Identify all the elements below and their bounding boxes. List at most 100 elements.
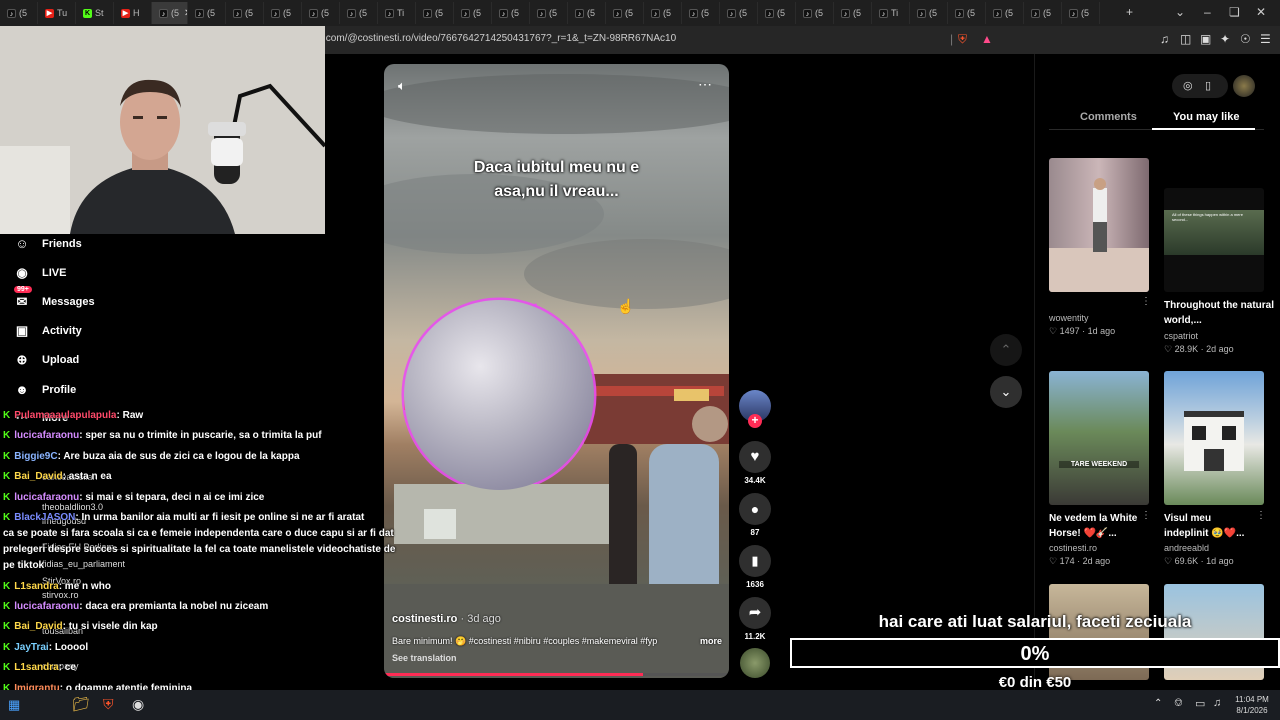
comment-button[interactable]: ● [739,493,771,525]
speaker-icon[interactable]: ♫ [1213,697,1221,709]
browser-tab[interactable]: ♪ (5 [188,2,226,24]
display-icon[interactable]: ▭ [1195,697,1205,710]
previous-video-button[interactable]: ⌃ [990,334,1022,366]
card-4-title[interactable]: Visul meu indeplinit 🥹❤️... [1164,511,1254,541]
browser-tab[interactable]: ♪ (5 [530,2,568,24]
recommended-thumbnail[interactable]: TARE WEEKEND [1049,371,1149,505]
card-4-author[interactable]: andreeabld [1164,543,1209,553]
card-3-more-icon[interactable]: ⋮ [1141,510,1151,521]
chat-username[interactable]: Pulamaaaulapulapula [14,410,116,421]
browser-tab[interactable]: ♪ Ti [378,2,416,24]
card-3-author[interactable]: costinesti.ro [1049,543,1097,553]
see-translation-link[interactable]: See translation [392,653,457,663]
browser-tab[interactable]: ▶ Tu [38,2,76,24]
user-avatar[interactable] [1233,75,1255,97]
video-more-icon[interactable]: ⋯ [698,76,712,93]
browser-tab[interactable]: ♪ (5 [264,2,302,24]
bookmark-button[interactable]: ▮ [739,545,771,577]
more-link[interactable]: more [700,636,722,646]
card-3-title[interactable]: Ne vedem la White Horse! ❤️🎸... [1049,511,1139,541]
file-explorer-icon[interactable]: 📁︎ [72,696,90,713]
chat-username[interactable]: L1sandra [14,662,58,673]
follow-plus-icon[interactable]: + [748,414,762,428]
minimize-button[interactable]: – [1204,5,1211,19]
browser-tab[interactable]: ♪ (5 [416,2,454,24]
browser-tab[interactable]: ♪ (5 [1024,2,1062,24]
sidebar-item-messages[interactable]: ✉ Messages 99+ [14,286,95,310]
restore-button[interactable]: ❏ [1229,5,1240,19]
sidebar-item-profile[interactable]: ☻ Profile [14,382,76,397]
next-video-button[interactable]: ⌄ [990,376,1022,408]
menu-icon[interactable]: ☰ [1260,32,1271,46]
tray-chevron-icon[interactable]: ⌃ [1154,698,1162,709]
card-4-more-icon[interactable]: ⋮ [1256,510,1266,521]
browser-tab[interactable]: ♪ (5 [682,2,720,24]
muted-speaker-icon[interactable]: 🔈︎ [398,78,406,94]
leo-ai-icon[interactable]: ✦ [1220,32,1230,46]
brave-rewards-icon[interactable]: ▲ [981,32,993,46]
vpn-icon[interactable]: ☉ [1240,32,1251,46]
wallet-icon[interactable]: ▣ [1200,32,1211,46]
new-tab-button[interactable]: + [1126,5,1133,19]
video-author[interactable]: costinesti.ro [392,613,457,625]
chat-username[interactable]: lucicafaraonu [14,430,79,441]
browser-tab[interactable]: K St [76,2,114,24]
chat-username[interactable]: JayTrai [14,642,48,653]
chat-username[interactable]: lucicafaraonu [14,492,79,503]
card-2-title[interactable]: Throughout the natural world,... [1164,298,1274,328]
browser-tab[interactable]: ♪ (5 [454,2,492,24]
tab-you-may-like[interactable]: You may like [1173,111,1239,123]
browser-tab[interactable]: ♪ (5 [340,2,378,24]
brave-browser-icon[interactable]: ⛨ [103,696,114,713]
phone-icon[interactable]: ▯ [1205,79,1211,92]
like-button[interactable]: ♥ [739,441,771,473]
sidebar-item-upload[interactable]: ⊕ Upload [14,352,80,368]
browser-tab[interactable]: ♪ (5 [302,2,340,24]
browser-tab[interactable]: ♪ (5 [226,2,264,24]
chat-username[interactable]: BlackJASON [14,512,75,523]
close-window-button[interactable]: ✕ [1256,5,1266,19]
sidebar-item-friends[interactable]: ☺ Friends [14,236,81,251]
windows-start-icon[interactable]: ▦ [8,697,20,713]
recommended-thumbnail[interactable] [1164,371,1264,505]
card-1-author[interactable]: wowentity [1049,313,1089,323]
recommended-thumbnail[interactable] [1049,158,1149,292]
tab-comments[interactable]: Comments [1080,111,1137,123]
recommended-thumbnail[interactable]: All of these things happen within a mere… [1164,188,1264,292]
microphone-icon[interactable]: ⎊ [1174,697,1183,710]
browser-tab[interactable]: ♪ (5 [720,2,758,24]
video-progress-track[interactable] [384,673,729,676]
browser-tab[interactable]: ♪(5✕ [152,2,188,24]
card-1-more-icon[interactable]: ⋮ [1141,296,1151,307]
video-player[interactable]: 🔈︎ ⋯ Daca iubitul meu nu e asa,nu il vre… [384,64,729,678]
chat-username[interactable]: Bai_David [14,621,62,632]
brave-shield-icon[interactable]: ⛨ [958,32,967,47]
sidebar-toggle-icon[interactable]: ◫ [1180,32,1191,46]
browser-tab[interactable]: ♪ (5 [796,2,834,24]
browser-tab[interactable]: ♪ (5 [492,2,530,24]
share-button[interactable]: ➦ [739,597,771,629]
chat-username[interactable]: lucicafaraonu [14,601,79,612]
compass-icon[interactable]: ◎ [1183,79,1193,92]
browser-tab[interactable]: ▶ H [114,2,152,24]
browser-tab[interactable]: ♪ (5 [1062,2,1100,24]
obs-icon[interactable]: ◉ [132,696,144,713]
url-field[interactable]: k.com/@costinesti.ro/video/7667642714250… [318,33,676,44]
following-account[interactable]: fidias_eu_parliament [42,559,125,569]
media-icon[interactable]: ♫ [1160,32,1169,46]
browser-tab[interactable]: ♪ (5 [948,2,986,24]
browser-tab[interactable]: ♪ (5 [986,2,1024,24]
sidebar-item-live[interactable]: ◉ LIVE [14,265,66,281]
following-account[interactable]: theobaldlion3.0 [42,502,103,512]
browser-tab[interactable]: ♪ (5 [606,2,644,24]
browser-tab[interactable]: ♪ (5 [758,2,796,24]
browser-tab[interactable]: ♪ (5 [910,2,948,24]
browser-tab[interactable]: ♪ (5 [0,2,38,24]
sound-disc-icon[interactable] [740,648,770,678]
tab-list-chevron-icon[interactable]: ⌄ [1175,5,1185,19]
browser-tab[interactable]: ♪ Ti [872,2,910,24]
browser-tab[interactable]: ♪ (5 [644,2,682,24]
system-clock[interactable]: 11:04 PM 8/1/2026 [1230,694,1274,716]
chat-username[interactable]: Bai_David [14,471,62,482]
chat-username[interactable]: Biggie9C [14,451,57,462]
